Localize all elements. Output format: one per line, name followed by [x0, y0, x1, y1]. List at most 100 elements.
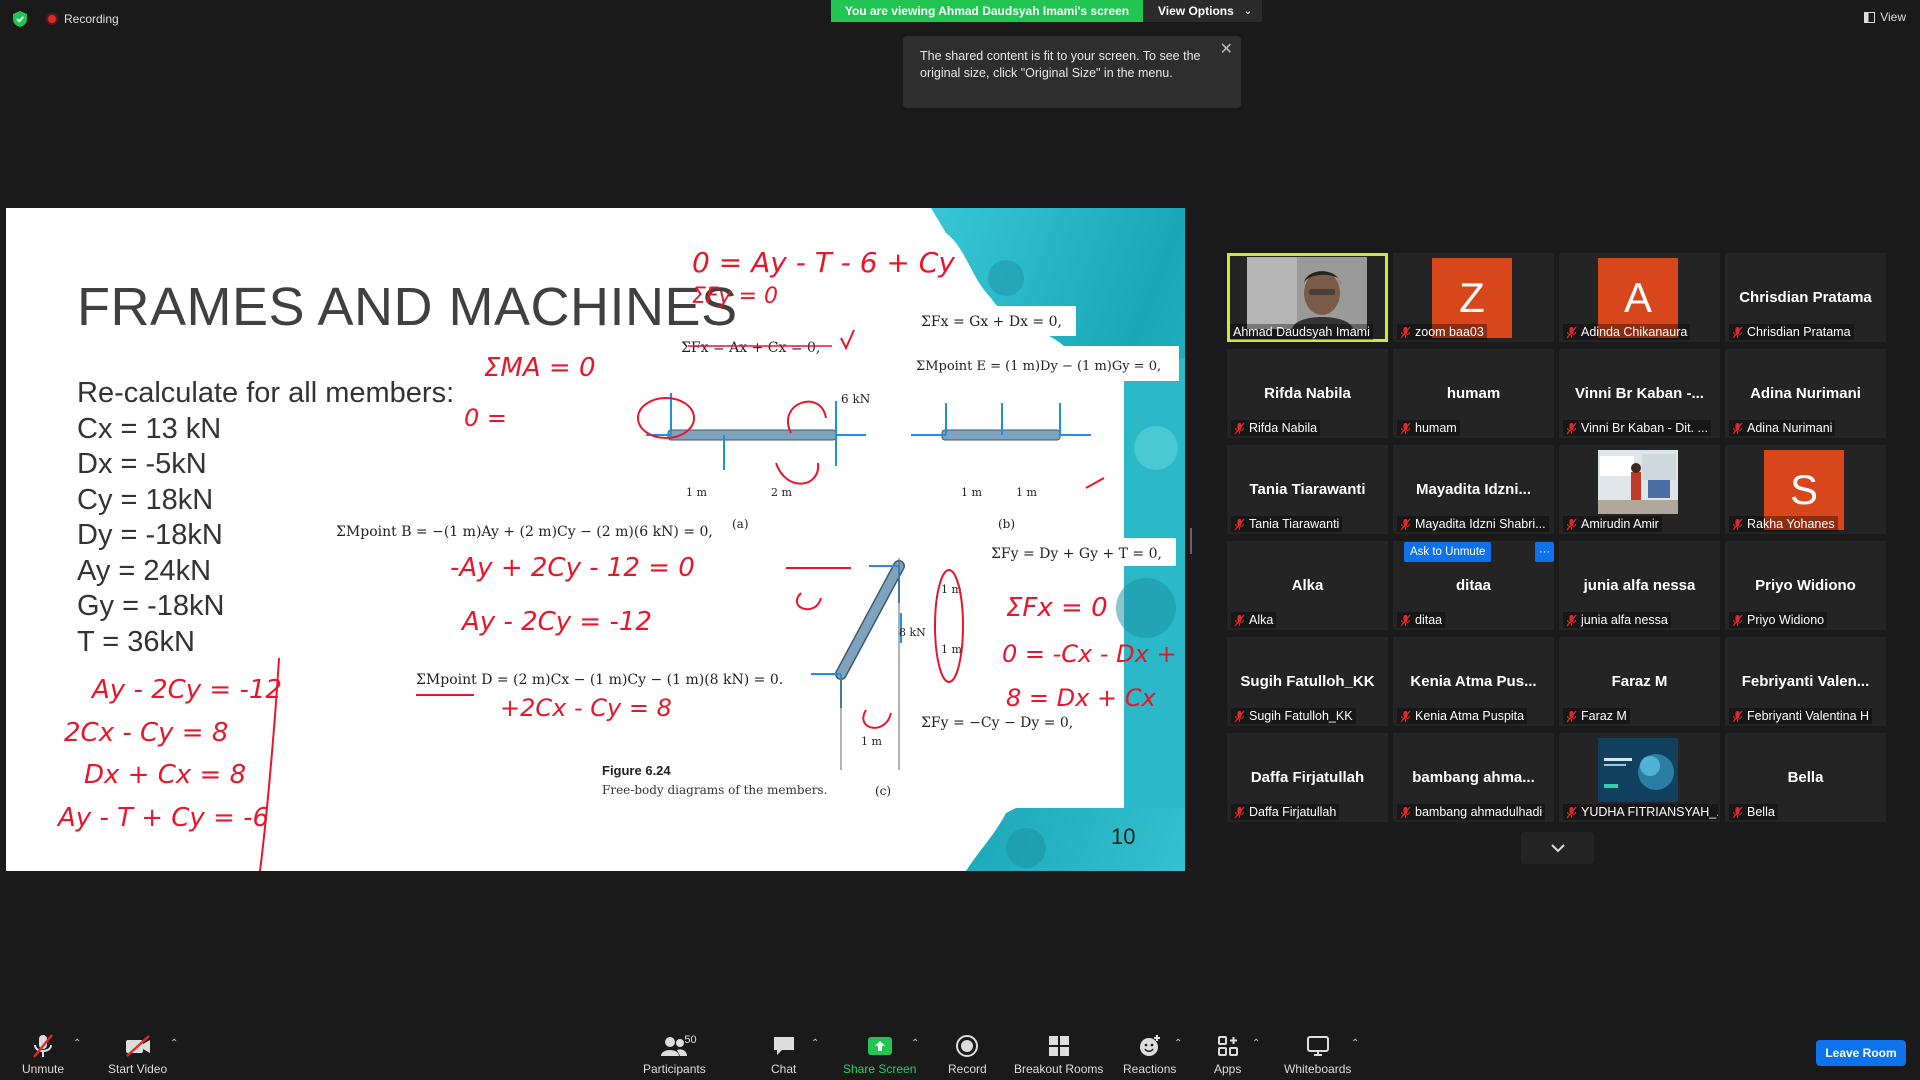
participant-name: Febriyanti Valentina H [1747, 709, 1870, 723]
participant-tile[interactable]: bambang ahma... bambang ahmadulhadi [1393, 733, 1554, 822]
security-shield-icon[interactable] [12, 10, 28, 28]
participant-name: Mayadita Idzni Shabri... [1415, 517, 1546, 531]
load-6kn: 6 kN [841, 392, 870, 406]
figure-caption-title: Figure 6.24 [602, 763, 671, 778]
participant-name: Amirudin Amir [1581, 517, 1659, 531]
participant-tile[interactable]: Ahmad Daudsyah Imami [1227, 253, 1388, 342]
mic-muted-icon [1566, 518, 1577, 530]
participant-name: Daffa Firjatullah [1249, 805, 1337, 819]
share-screen-button[interactable]: Share Screen [843, 1033, 916, 1076]
participant-tile[interactable]: Z zoom baa03 [1393, 253, 1554, 342]
participant-tile[interactable]: junia alfa nessa junia alfa nessa [1559, 541, 1720, 630]
mic-muted-icon [1566, 422, 1577, 434]
participant-tile[interactable]: Ask to Unmute ··· ditaa ditaa [1393, 541, 1554, 630]
panel-resize-handle[interactable] [1190, 528, 1192, 554]
load-8kn: 8 kN [899, 626, 926, 639]
equation-mb: ΣMpoint B = −(1 m)Ay + (2 m)Cy − (2 m)(6… [336, 524, 713, 540]
unmute-label: Unmute [22, 1062, 65, 1076]
mic-muted-icon [1234, 806, 1245, 818]
participant-tile[interactable]: Faraz M Faraz M [1559, 637, 1720, 726]
participant-display-name: junia alfa nessa [1583, 577, 1696, 594]
share-options-caret[interactable]: ⌃ [911, 1038, 919, 1049]
recording-indicator[interactable]: Recording [46, 12, 119, 26]
leave-room-button[interactable]: Leave Room [1816, 1040, 1906, 1066]
participant-name: Alka [1249, 613, 1274, 627]
reactions-options-caret[interactable]: ⌃ [1174, 1038, 1182, 1049]
mic-muted-icon [1400, 806, 1411, 818]
participant-name-tag: zoom baa03 [1397, 324, 1487, 340]
participant-display-name: bambang ahma... [1412, 769, 1535, 786]
apps-label: Apps [1214, 1062, 1242, 1076]
chat-button[interactable]: Chat [771, 1033, 796, 1076]
mic-muted-icon [1400, 710, 1411, 722]
dim-1m-b1: 1 m [961, 486, 982, 499]
participants-button[interactable]: 50 Participants [643, 1033, 706, 1076]
breakout-rooms-icon [1048, 1036, 1069, 1056]
participant-tile[interactable]: Kenia Atma Pus... Kenia Atma Puspita [1393, 637, 1554, 726]
participant-display-name: Priyo Widiono [1755, 577, 1856, 594]
apps-icon [1217, 1036, 1238, 1056]
participant-tile[interactable]: Rifda Nabila Rifda Nabila [1227, 349, 1388, 438]
participant-name: Vinni Br Kaban - Dit. ... [1581, 421, 1708, 435]
unmute-button[interactable]: Unmute [22, 1033, 64, 1076]
close-icon[interactable]: ✕ [1220, 41, 1233, 58]
fit-to-screen-tooltip: The shared content is fit to your screen… [903, 36, 1241, 108]
participant-tile[interactable]: Febriyanti Valen... Febriyanti Valentina… [1725, 637, 1886, 726]
participant-display-name: Tania Tiarawanti [1249, 481, 1366, 498]
view-label: View [1880, 10, 1906, 24]
participant-tile[interactable]: Daffa Firjatullah Daffa Firjatullah [1227, 733, 1388, 822]
participant-name-tag: Chrisdian Pratama [1729, 324, 1854, 340]
participant-tile[interactable]: Adina Nurimani Adina Nurimani [1725, 349, 1886, 438]
participant-tile[interactable]: Chrisdian Pratama Chrisdian Pratama [1725, 253, 1886, 342]
mic-muted-icon [1234, 614, 1245, 626]
breakout-rooms-button[interactable]: Breakout Rooms [1014, 1033, 1103, 1076]
video-off-icon [125, 1035, 150, 1057]
apps-options-caret[interactable]: ⌃ [1252, 1038, 1260, 1049]
view-options-label: View Options [1158, 4, 1234, 18]
gallery-next-page-button[interactable] [1521, 832, 1594, 864]
participant-tile[interactable]: Mayadita Idzni... Mayadita Idzni Shabri.… [1393, 445, 1554, 534]
equation-fx-gd: ΣFx = Gx + Dx = 0, [921, 314, 1062, 330]
whiteboards-options-caret[interactable]: ⌃ [1351, 1038, 1359, 1049]
ask-to-unmute-button[interactable]: Ask to Unmute [1404, 542, 1492, 562]
participant-name-tag: Faraz M [1563, 708, 1630, 724]
participant-tile[interactable]: Amirudin Amir [1559, 445, 1720, 534]
mic-muted-icon [1234, 422, 1245, 434]
annotation-h9: 8 = Dx + Cx [1006, 684, 1156, 712]
view-options-button[interactable]: View Options ⌄ [1143, 0, 1262, 22]
whiteboards-label: Whiteboards [1284, 1062, 1352, 1076]
participant-tile[interactable]: YUDHA FITRIANSYAH_... [1559, 733, 1720, 822]
whiteboards-button[interactable]: Whiteboards [1284, 1033, 1351, 1076]
view-button[interactable]: View [1864, 10, 1906, 24]
participant-tile[interactable]: S Rakha Yohanes [1725, 445, 1886, 534]
participant-tile[interactable]: A Adinda Chikanaura [1559, 253, 1720, 342]
participant-tile[interactable]: Bella Bella [1725, 733, 1886, 822]
participants-options-caret[interactable]: ⌃ [811, 1038, 819, 1049]
participant-name-tag: junia alfa nessa [1563, 612, 1671, 628]
participant-name: Rifda Nabila [1249, 421, 1318, 435]
mic-muted-icon [1732, 422, 1743, 434]
record-button[interactable]: Record [948, 1033, 987, 1076]
participant-name-tag: Priyo Widiono [1729, 612, 1828, 628]
participant-tile[interactable]: Priyo Widiono Priyo Widiono [1725, 541, 1886, 630]
audio-options-caret[interactable]: ⌃ [73, 1038, 81, 1049]
participant-tile[interactable]: Vinni Br Kaban -... Vinni Br Kaban - Dit… [1559, 349, 1720, 438]
participant-name: YUDHA FITRIANSYAH_... [1581, 805, 1718, 819]
reactions-button[interactable]: Reactions [1123, 1033, 1176, 1076]
participant-name: zoom baa03 [1415, 325, 1484, 339]
participant-name-tag: Mayadita Idzni Shabri... [1397, 516, 1549, 532]
participant-tile[interactable]: humam humam [1393, 349, 1554, 438]
mic-muted-icon [1732, 806, 1743, 818]
participant-display-name: Adina Nurimani [1750, 385, 1861, 402]
participant-tile[interactable]: Sugih Fatulloh_KK Sugih Fatulloh_KK [1227, 637, 1388, 726]
annotation-h8: 0 = -Cx - Dx + 8 [1002, 640, 1185, 668]
annotation-h10: +2Cx - Cy = 8 [500, 694, 672, 722]
participant-tile[interactable]: Alka Alka [1227, 541, 1388, 630]
video-options-caret[interactable]: ⌃ [170, 1038, 178, 1049]
participant-display-name: Kenia Atma Pus... [1410, 673, 1537, 690]
participant-tile[interactable]: Tania Tiarawanti Tania Tiarawanti [1227, 445, 1388, 534]
more-options-button[interactable]: ··· [1535, 542, 1554, 562]
participant-name: ditaa [1415, 613, 1443, 627]
apps-button[interactable]: Apps [1214, 1033, 1241, 1076]
start-video-button[interactable]: Start Video [108, 1033, 167, 1076]
